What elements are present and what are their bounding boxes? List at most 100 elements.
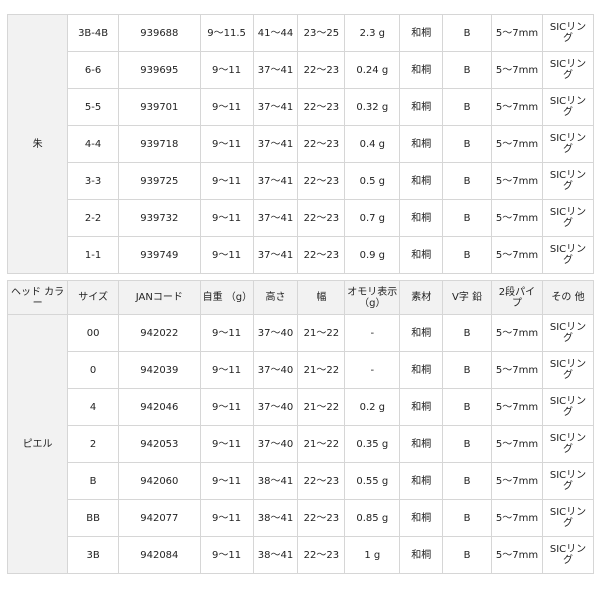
weight-cell: 9〜11 xyxy=(199,462,254,500)
material-cell: 和桐 xyxy=(399,388,444,426)
width-header: 幅 xyxy=(297,280,346,315)
sinker-cell: 0.7 g xyxy=(344,199,401,237)
table-row: 4-4 939718 9〜11 37〜41 22〜23 0.4 g 和桐 B 5〜7mm SICリ… xyxy=(8,125,595,163)
width-cell: 22〜23 xyxy=(297,51,346,89)
material-cell: 和桐 xyxy=(399,125,444,163)
v-lead-cell: B xyxy=(442,314,493,352)
separator-cell xyxy=(7,273,594,281)
pipe-cell: 5〜7mm xyxy=(491,88,543,126)
pipe-header: 2段パイプ xyxy=(491,280,543,315)
material-cell: 和桐 xyxy=(399,499,444,537)
other-cell: SICリング xyxy=(541,351,595,389)
v-lead-cell: B xyxy=(442,51,493,89)
jan-cell: 939749 xyxy=(118,236,201,274)
material-cell: 和桐 xyxy=(399,236,444,274)
weight-cell: 9〜11 xyxy=(199,199,254,237)
other-cell: SICリング xyxy=(541,314,595,352)
sinker-cell: 0.4 g xyxy=(344,125,401,163)
pipe-cell: 5〜7mm xyxy=(491,236,543,274)
jan-cell: 942039 xyxy=(118,351,201,389)
table-row: 2 942053 9〜11 37〜40 21〜22 0.35 g 和桐 B 5〜7mm SICリン… xyxy=(8,425,595,463)
table-row: ピエル 00 942022 9〜11 37〜40 21〜22- 和桐 B 5〜7mm SICリング xyxy=(6,314,595,574)
sinker-cell: 0.85 g xyxy=(344,499,401,537)
width-cell: 22〜23 xyxy=(297,499,346,537)
v-lead-header: V字 鉛 xyxy=(442,280,493,315)
weight-cell: 9〜11 xyxy=(199,51,254,89)
size-cell: 4 xyxy=(67,388,120,426)
height-cell: 38〜41 xyxy=(252,499,299,537)
width-cell: 23〜25 xyxy=(297,14,346,52)
sinker-header: オモリ表示（g） xyxy=(344,280,401,315)
v-lead-cell: B xyxy=(442,236,493,274)
height-cell: 37〜41 xyxy=(252,162,299,200)
table-separator xyxy=(7,273,594,281)
weight-cell: 9〜11 xyxy=(199,162,254,200)
v-lead-cell: B xyxy=(442,425,493,463)
material-cell: 和桐 xyxy=(399,536,444,574)
sinker-cell: 0.24 g xyxy=(344,51,401,89)
width-cell: 22〜23 xyxy=(297,536,346,574)
sinker-cell: - xyxy=(344,351,401,389)
size-cell: BB xyxy=(67,499,120,537)
sinker-cell: - xyxy=(344,314,401,352)
pipe-cell: 5〜7mm xyxy=(491,162,543,200)
weight-cell: 9〜11 xyxy=(199,314,254,352)
jan-cell: 939725 xyxy=(118,162,201,200)
other-cell: SICリング xyxy=(541,388,595,426)
material-cell: 和桐 xyxy=(399,314,444,352)
v-lead-cell: B xyxy=(442,88,493,126)
pipe-cell: 5〜7mm xyxy=(491,51,543,89)
table-row: B 942060 9〜11 38〜41 22〜23 0.55 g 和桐 B 5〜7mm SICリン… xyxy=(8,462,595,500)
width-cell: 21〜22 xyxy=(297,351,346,389)
weight-header: 自重 （g） xyxy=(199,280,254,315)
sinker-cell: 2.3 g xyxy=(344,14,401,52)
other-cell: SICリング xyxy=(541,536,595,574)
material-cell: 和桐 xyxy=(399,51,444,89)
other-cell: SICリング xyxy=(541,425,595,463)
table-row: 6-6 939695 9〜11 37〜41 22〜23 0.24 g 和桐 B 5〜7mm SIC… xyxy=(8,51,595,89)
jan-cell: 939732 xyxy=(118,199,201,237)
size-cell: 00 xyxy=(67,314,120,352)
jan-cell: 942022 xyxy=(118,314,201,352)
pipe-cell: 5〜7mm xyxy=(491,499,543,537)
jan-cell: 939718 xyxy=(118,125,201,163)
width-cell: 21〜22 xyxy=(297,314,346,352)
jan-cell: 939701 xyxy=(118,88,201,126)
size-cell: 5-5 xyxy=(67,88,120,126)
width-cell: 21〜22 xyxy=(297,425,346,463)
weight-cell: 9〜11 xyxy=(199,236,254,274)
spec-table: 朱 3B-4B 939688 9〜11.5 41〜44 23〜25 2.3 g 和桐 B 5〜7m… xyxy=(6,14,595,574)
height-cell: 37〜41 xyxy=(252,51,299,89)
width-cell: 22〜23 xyxy=(297,162,346,200)
v-lead-cell: B xyxy=(442,199,493,237)
table-row: 2-2 939732 9〜11 37〜41 22〜23 0.7 g 和桐 B 5〜7mm SICリ… xyxy=(8,199,595,237)
material-cell: 和桐 xyxy=(399,162,444,200)
other-cell: SICリング xyxy=(541,162,595,200)
height-cell: 37〜40 xyxy=(252,425,299,463)
pipe-cell: 5〜7mm xyxy=(491,14,543,52)
width-cell: 22〜23 xyxy=(297,199,346,237)
weight-cell: 9〜11 xyxy=(199,425,254,463)
height-cell: 41〜44 xyxy=(252,14,299,52)
jan-cell: 942046 xyxy=(118,388,201,426)
jan-cell: 939688 xyxy=(118,14,201,52)
other-cell: SICリング xyxy=(541,462,595,500)
height-cell: 37〜41 xyxy=(252,88,299,126)
height-header: 高さ xyxy=(252,280,299,315)
weight-cell: 9〜11 xyxy=(199,499,254,537)
sinker-cell: 0.55 g xyxy=(344,462,401,500)
jan-cell: 942084 xyxy=(118,536,201,574)
size-cell: 0 xyxy=(67,351,120,389)
size-cell: 2 xyxy=(67,425,120,463)
weight-cell: 9〜11 xyxy=(199,351,254,389)
pipe-cell: 5〜7mm xyxy=(491,351,543,389)
height-cell: 38〜41 xyxy=(252,462,299,500)
weight-cell: 9〜11 xyxy=(199,125,254,163)
height-cell: 38〜41 xyxy=(252,536,299,574)
other-cell: SICリング xyxy=(541,51,595,89)
table-row: BB 942077 9〜11 38〜41 22〜23 0.85 g 和桐 B 5〜7mm SICリ… xyxy=(8,499,595,537)
weight-cell: 9〜11 xyxy=(199,388,254,426)
jan-cell: 942077 xyxy=(118,499,201,537)
weight-cell: 9〜11 xyxy=(199,88,254,126)
sinker-cell: 1 g xyxy=(344,536,401,574)
